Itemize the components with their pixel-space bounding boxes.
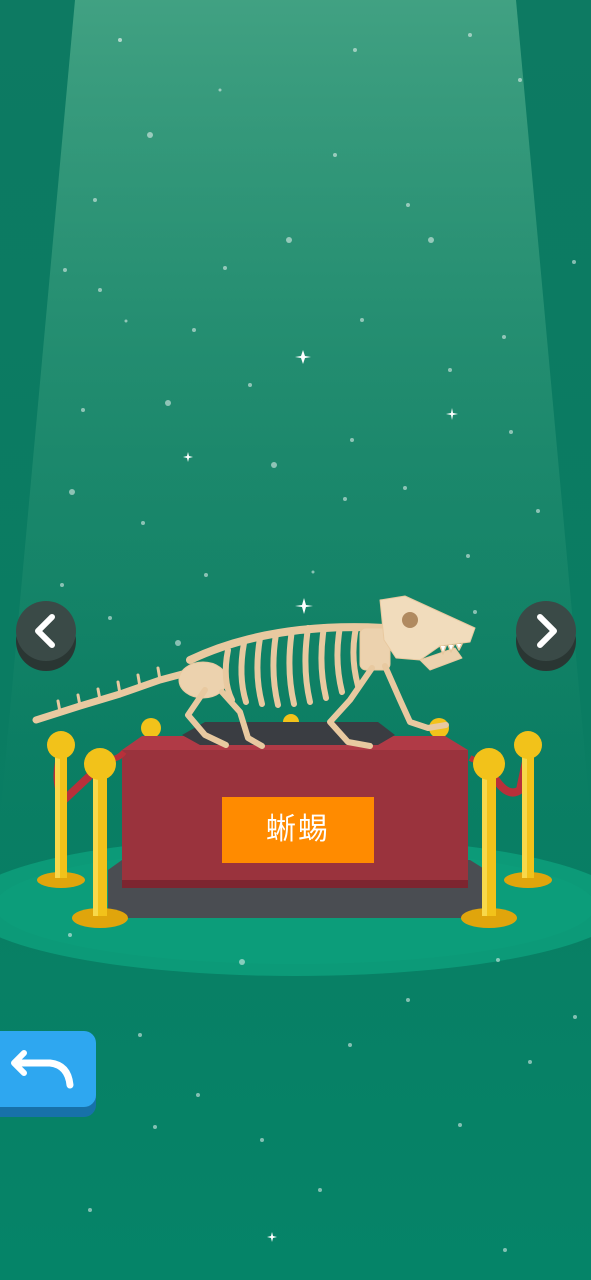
exhibit-nameplate: 蜥蜴 <box>222 797 374 863</box>
previous-exhibit-button[interactable] <box>16 601 76 661</box>
back-button[interactable] <box>0 1031 96 1107</box>
chevron-left-icon <box>35 614 55 648</box>
chevron-right-icon <box>537 614 557 648</box>
next-exhibit-button[interactable] <box>516 601 576 661</box>
undo-arrow-icon <box>11 1050 74 1089</box>
game-stage: 蜥蜴 <box>0 0 591 1280</box>
